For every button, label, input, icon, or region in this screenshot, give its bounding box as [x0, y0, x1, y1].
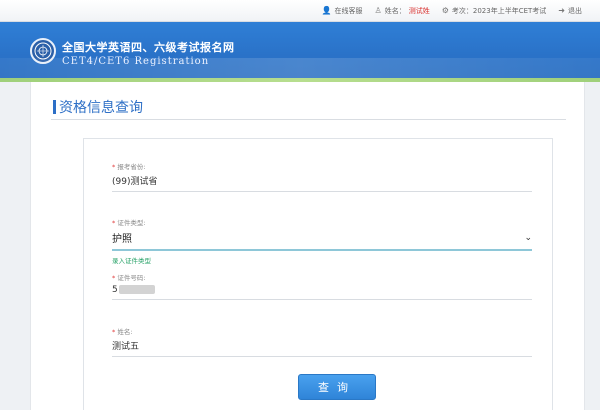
- user-icon: 👤: [321, 6, 332, 15]
- online-service-link[interactable]: 👤 在线客服: [322, 6, 363, 16]
- user-name-display: ♙ 姓名： 测试姓: [374, 6, 430, 15]
- logout-link[interactable]: ➜ 退出: [558, 6, 582, 16]
- id-number-field: * 证件号码: 5: [112, 272, 532, 300]
- id-type-select[interactable]: 护照 ⌄: [112, 230, 532, 251]
- main-panel: 资格信息查询 * 报考省份: (99)测试省 * 证件类型: 护照 ⌄ 录入证件…: [30, 82, 585, 410]
- query-button[interactable]: 查询: [298, 374, 376, 400]
- site-title-cn: 全国大学英语四、六级考试报名网: [62, 41, 235, 54]
- province-field: * 报考省份: (99)测试省: [112, 161, 532, 192]
- person-icon: ♙: [374, 6, 382, 15]
- id-type-field: * 证件类型: 护照 ⌄: [112, 217, 532, 251]
- page-title: 资格信息查询: [53, 97, 143, 117]
- header-banner: 全国大学英语四、六级考试报名网 CET4/CET6 Registration: [0, 22, 600, 78]
- title-marker: [53, 100, 56, 114]
- province-value: (99)测试省: [112, 174, 532, 192]
- name-input[interactable]: 测试五: [112, 339, 532, 357]
- id-type-hint: 录入证件类型: [112, 257, 151, 265]
- title-divider: [51, 119, 566, 120]
- site-brand: 全国大学英语四、六级考试报名网 CET4/CET6 Registration: [62, 39, 235, 67]
- gear-icon: ⚙: [441, 6, 449, 15]
- logo-emblem-icon: [34, 42, 52, 60]
- site-logo[interactable]: [30, 38, 56, 64]
- id-number-input[interactable]: 5: [112, 285, 532, 300]
- top-utility-bar: 👤 在线客服 ♙ 姓名： 测试姓 ⚙ 考次：2023年上半年CET考试 ➜ 退出: [0, 0, 600, 22]
- query-form: * 报考省份: (99)测试省 * 证件类型: 护照 ⌄ 录入证件类型 * 证件…: [83, 138, 553, 410]
- name-field: * 姓名: 测试五: [112, 326, 532, 357]
- exam-session-display: ⚙ 考次：2023年上半年CET考试: [441, 6, 547, 15]
- logout-icon: ➜: [558, 6, 565, 15]
- masked-redaction: [118, 285, 155, 294]
- chevron-down-icon: ⌄: [524, 232, 532, 243]
- site-title-en: CET4/CET6 Registration: [62, 56, 210, 67]
